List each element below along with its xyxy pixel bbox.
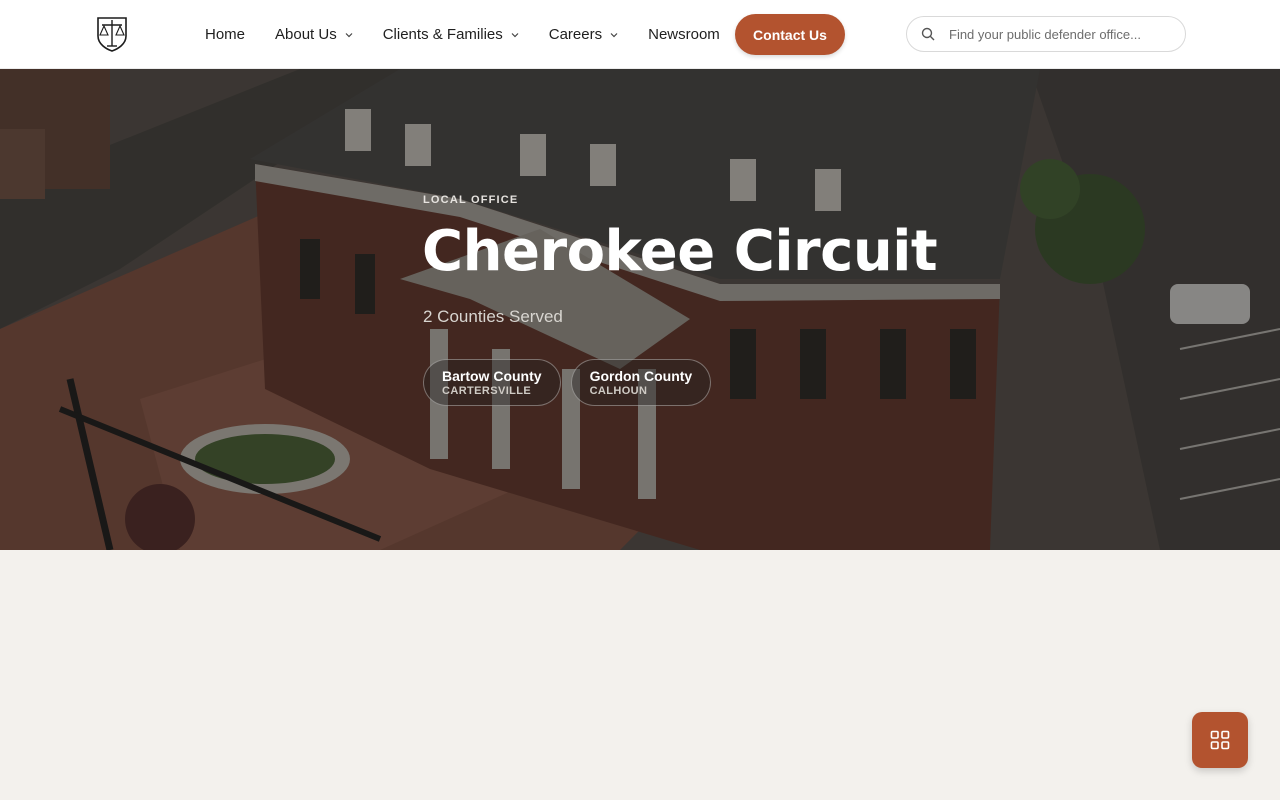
site-header: Home About Us Clients & Families Careers…: [0, 0, 1280, 69]
office-search[interactable]: [906, 16, 1186, 52]
county-pill-gordon[interactable]: Gordon County CALHOUN: [570, 359, 712, 406]
county-city: CALHOUN: [589, 385, 648, 397]
page-title: Cherokee Circuit: [422, 219, 938, 284]
chevron-down-icon: [610, 32, 618, 37]
nav-item-label: Careers: [548, 26, 603, 43]
counties-served-count: 2 Counties Served: [423, 307, 563, 326]
quick-links-button[interactable]: [1192, 712, 1248, 768]
search-input[interactable]: [949, 26, 1179, 42]
search-icon: [921, 27, 935, 41]
nav-item-label: About Us: [275, 26, 337, 43]
nav-item-label: Clients & Families: [382, 26, 503, 43]
chevron-down-icon: [511, 32, 519, 37]
main-nav: Home About Us Clients & Families Careers…: [205, 0, 750, 69]
nav-item-label: Home: [205, 26, 246, 43]
nav-item-newsroom[interactable]: Newsroom: [648, 26, 720, 43]
county-name: Gordon County: [589, 368, 693, 384]
chevron-down-icon: [345, 32, 353, 37]
grid-icon: [1210, 730, 1230, 750]
county-name: Bartow County: [442, 368, 542, 384]
nav-item-home[interactable]: Home: [205, 26, 245, 43]
nav-item-careers[interactable]: Careers: [549, 26, 618, 43]
hero-banner: LOCAL OFFICE Cherokee Circuit 2 Counties…: [0, 69, 1280, 550]
hero-eyebrow: LOCAL OFFICE: [423, 194, 519, 206]
nav-item-clients-families[interactable]: Clients & Families: [383, 26, 519, 43]
contact-us-button[interactable]: Contact Us: [735, 14, 845, 55]
nav-item-label: Newsroom: [648, 26, 720, 43]
hero-overlay: [0, 69, 1280, 550]
county-list: Bartow County CARTERSVILLE Gordon County…: [423, 359, 721, 406]
county-city: CARTERSVILLE: [442, 385, 532, 397]
scales-of-justice-logo[interactable]: [96, 16, 128, 52]
county-pill-bartow[interactable]: Bartow County CARTERSVILLE: [423, 359, 561, 406]
nav-item-about-us[interactable]: About Us: [275, 26, 353, 43]
